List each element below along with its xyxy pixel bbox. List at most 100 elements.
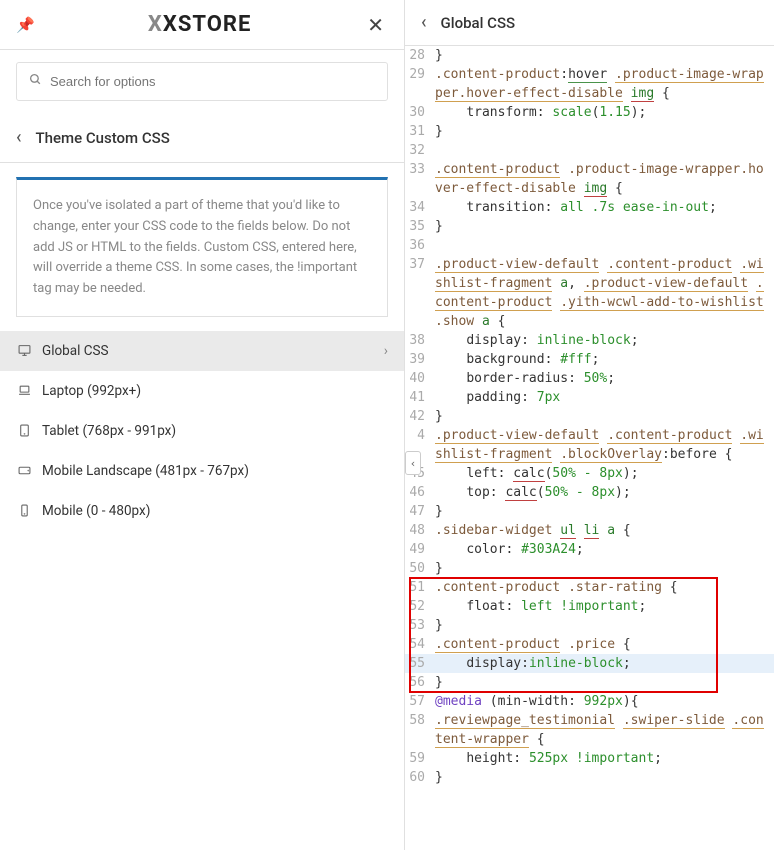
code-line[interactable]: 58.reviewpage_testimonial .swiper-slide … xyxy=(405,711,774,749)
code-line[interactable]: 41 padding: 7px xyxy=(405,388,774,407)
menu-item-label: Global CSS xyxy=(42,343,109,359)
line-number: 49 xyxy=(405,540,435,559)
menu-item-mobile-0-480px[interactable]: Mobile (0 - 480px) xyxy=(0,491,404,531)
code-line[interactable]: 4.product-view-default .content-product … xyxy=(405,426,774,464)
code-line[interactable]: 30 transform: scale(1.15); xyxy=(405,103,774,122)
line-number: 60 xyxy=(405,768,435,787)
code-content[interactable]: display: inline-block; xyxy=(435,331,774,350)
code-content[interactable]: transform: scale(1.15); xyxy=(435,103,774,122)
code-line[interactable]: 40 border-radius: 50%; xyxy=(405,369,774,388)
code-editor[interactable]: ‹ 28}29.content-product:hover .product-i… xyxy=(405,46,774,850)
menu-item-tablet-768px-991px[interactable]: Tablet (768px - 991px) xyxy=(0,411,404,451)
code-content[interactable]: .content-product:hover .product-image-wr… xyxy=(435,65,774,103)
line-number: 38 xyxy=(405,331,435,350)
code-content[interactable]: .content-product .star-rating { xyxy=(435,578,774,597)
code-content[interactable] xyxy=(435,236,774,255)
code-content[interactable]: } xyxy=(435,502,774,521)
code-content[interactable]: } xyxy=(435,217,774,236)
code-line[interactable]: 59 height: 525px !important; xyxy=(405,749,774,768)
code-content[interactable]: background: #fff; xyxy=(435,350,774,369)
code-content[interactable]: } xyxy=(435,673,774,692)
code-line[interactable]: 28} xyxy=(405,46,774,65)
code-line[interactable]: 50} xyxy=(405,559,774,578)
line-number: 42 xyxy=(405,407,435,426)
code-content[interactable]: color: #303A24; xyxy=(435,540,774,559)
code-content[interactable]: float: left !important; xyxy=(435,597,774,616)
code-line[interactable]: 36 xyxy=(405,236,774,255)
code-content[interactable]: left: calc(50% - 8px); xyxy=(435,464,774,483)
code-content[interactable]: top: calc(50% - 8px); xyxy=(435,483,774,502)
line-number: 48 xyxy=(405,521,435,540)
laptop-icon xyxy=(16,384,32,397)
right-back-icon[interactable]: ‹ xyxy=(421,12,427,33)
code-line[interactable]: 33.content-product .product-image-wrappe… xyxy=(405,160,774,198)
code-line[interactable]: 52 float: left !important; xyxy=(405,597,774,616)
code-line[interactable]: 53} xyxy=(405,616,774,635)
code-content[interactable]: transition: all .7s ease-in-out; xyxy=(435,198,774,217)
line-number: 35 xyxy=(405,217,435,236)
menu-item-global-css[interactable]: Global CSS › xyxy=(0,331,404,371)
code-line[interactable]: 51.content-product .star-rating { xyxy=(405,578,774,597)
collapse-toggle-icon[interactable]: ‹ xyxy=(405,451,421,475)
code-line[interactable]: 34 transition: all .7s ease-in-out; xyxy=(405,198,774,217)
panel-header: 📌 XXSTORE ✕ xyxy=(0,0,404,50)
code-content[interactable]: } xyxy=(435,559,774,578)
line-number: 32 xyxy=(405,141,435,160)
code-content[interactable]: @media (min-width: 992px){ xyxy=(435,692,774,711)
code-content[interactable]: .product-view-default .content-product .… xyxy=(435,426,774,464)
code-content[interactable]: .content-product .product-image-wrapper.… xyxy=(435,160,774,198)
code-line[interactable]: 48.sidebar-widget ul li a { xyxy=(405,521,774,540)
line-number: 31 xyxy=(405,122,435,141)
code-content[interactable]: .product-view-default .content-product .… xyxy=(435,255,774,331)
search-input[interactable] xyxy=(50,74,375,89)
code-line[interactable]: 47} xyxy=(405,502,774,521)
line-number: 54 xyxy=(405,635,435,654)
code-content[interactable]: display:inline-block; xyxy=(435,654,774,673)
line-number: 39 xyxy=(405,350,435,369)
menu-item-label: Mobile Landscape (481px - 767px) xyxy=(42,463,249,479)
code-line[interactable]: 32 xyxy=(405,141,774,160)
code-line[interactable]: 57@media (min-width: 992px){ xyxy=(405,692,774,711)
code-line[interactable]: 35} xyxy=(405,217,774,236)
line-number: 51 xyxy=(405,578,435,597)
line-number: 46 xyxy=(405,483,435,502)
code-content[interactable]: .reviewpage_testimonial .swiper-slide .c… xyxy=(435,711,774,749)
code-content[interactable]: } xyxy=(435,407,774,426)
code-line[interactable]: 42} xyxy=(405,407,774,426)
chevron-right-icon: › xyxy=(384,343,388,359)
code-line[interactable]: 54.content-product .price { xyxy=(405,635,774,654)
code-line[interactable]: 37.product-view-default .content-product… xyxy=(405,255,774,331)
code-content[interactable]: } xyxy=(435,46,774,65)
code-line[interactable]: 49 color: #303A24; xyxy=(405,540,774,559)
close-icon[interactable]: ✕ xyxy=(363,13,388,37)
code-content[interactable]: height: 525px !important; xyxy=(435,749,774,768)
menu-item-mobile-landscape-481px-767px[interactable]: Mobile Landscape (481px - 767px) xyxy=(0,451,404,491)
code-line[interactable]: 45 left: calc(50% - 8px); xyxy=(405,464,774,483)
search-box[interactable] xyxy=(16,62,388,101)
line-number: 58 xyxy=(405,711,435,749)
code-content[interactable]: .sidebar-widget ul li a { xyxy=(435,521,774,540)
code-content[interactable]: } xyxy=(435,616,774,635)
code-content[interactable]: } xyxy=(435,768,774,787)
code-line[interactable]: 39 background: #fff; xyxy=(405,350,774,369)
code-content[interactable]: border-radius: 50%; xyxy=(435,369,774,388)
back-icon[interactable]: ‹ xyxy=(16,127,22,148)
code-content[interactable]: .content-product .price { xyxy=(435,635,774,654)
menu-item-laptop-992px[interactable]: Laptop (992px+) xyxy=(0,371,404,411)
code-line[interactable]: 60} xyxy=(405,768,774,787)
code-line[interactable]: 46 top: calc(50% - 8px); xyxy=(405,483,774,502)
code-line[interactable]: 31} xyxy=(405,122,774,141)
line-number: 57 xyxy=(405,692,435,711)
desktop-icon xyxy=(16,344,32,357)
code-line[interactable]: 56} xyxy=(405,673,774,692)
code-line[interactable]: 55 display:inline-block; xyxy=(405,654,774,673)
pin-icon[interactable]: 📌 xyxy=(16,16,36,34)
line-number: 33 xyxy=(405,160,435,198)
code-content[interactable] xyxy=(435,141,774,160)
code-line[interactable]: 29.content-product:hover .product-image-… xyxy=(405,65,774,103)
line-number: 29 xyxy=(405,65,435,103)
code-content[interactable]: } xyxy=(435,122,774,141)
code-content[interactable]: padding: 7px xyxy=(435,388,774,407)
mobile-icon xyxy=(16,504,32,517)
code-line[interactable]: 38 display: inline-block; xyxy=(405,331,774,350)
